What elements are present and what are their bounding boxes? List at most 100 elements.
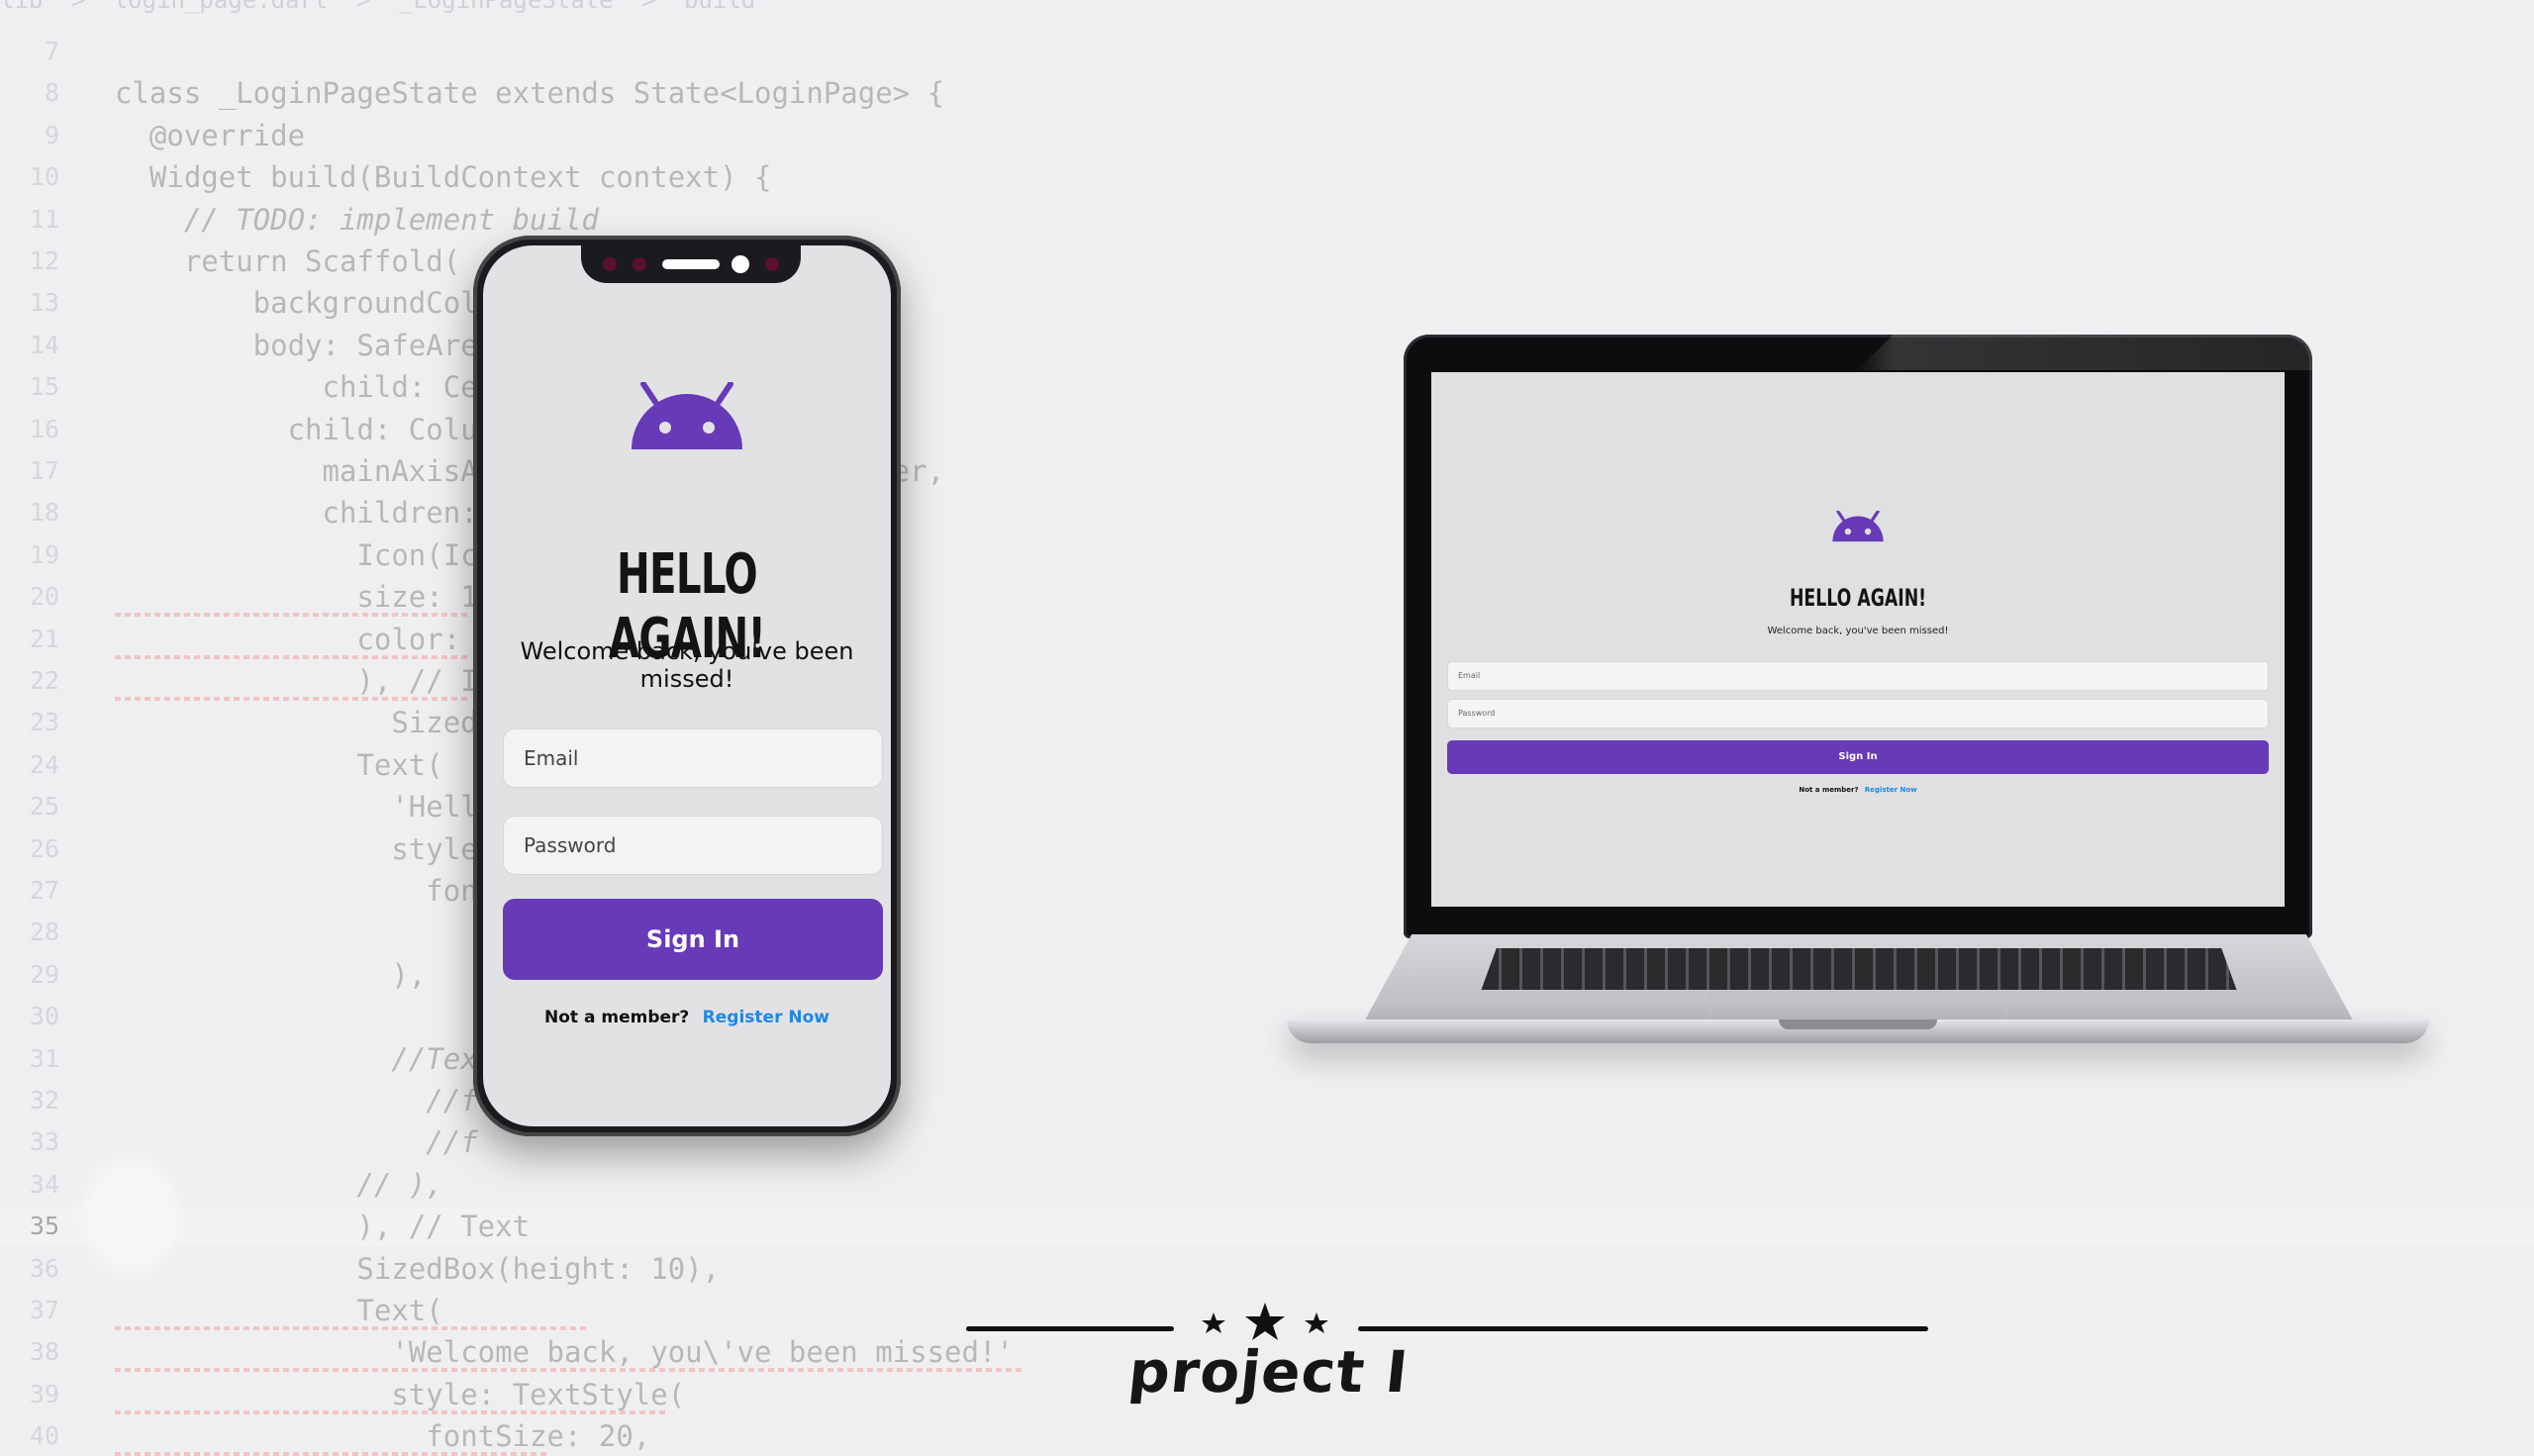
register-now-link[interactable]: Register Now bbox=[1865, 786, 1917, 794]
code-line[interactable]: 34 // ), bbox=[0, 1165, 2534, 1205]
line-number: 10 bbox=[29, 162, 59, 192]
code-text[interactable]: Icon(Ic bbox=[115, 535, 477, 575]
breadcrumb-separator: > bbox=[355, 0, 371, 14]
error-underline bbox=[115, 1368, 1025, 1373]
code-text[interactable]: child: Colu bbox=[115, 410, 478, 449]
email-placeholder: Email bbox=[524, 746, 579, 770]
error-underline bbox=[115, 1326, 590, 1330]
line-number: 38 bbox=[29, 1337, 59, 1367]
code-text[interactable]: Text( bbox=[115, 745, 442, 785]
code-text[interactable]: return Scaffold( bbox=[115, 242, 460, 281]
password-field[interactable]: Password bbox=[1447, 699, 2269, 728]
register-now-link[interactable]: Register Now bbox=[703, 1008, 829, 1027]
line-number: 26 bbox=[29, 833, 59, 863]
code-line[interactable]: 12 return Scaffold( bbox=[0, 242, 2534, 281]
code-text[interactable]: ), // I bbox=[115, 661, 477, 701]
password-placeholder: Password bbox=[1458, 709, 1496, 718]
breadcrumb-item[interactable]: build bbox=[684, 0, 755, 14]
code-text[interactable]: fontSize: 20, bbox=[115, 1416, 650, 1456]
line-number: 32 bbox=[29, 1086, 59, 1115]
camera-dot bbox=[765, 257, 779, 271]
line-number: 27 bbox=[29, 876, 59, 905]
code-line[interactable]: 36 SizedBox(height: 10), bbox=[0, 1249, 2534, 1289]
code-text[interactable]: class _LoginPageState extends State<Logi… bbox=[115, 73, 944, 113]
speaker-grille bbox=[662, 259, 720, 269]
android-logo-icon bbox=[632, 382, 742, 449]
sign-in-button[interactable]: Sign In bbox=[1447, 740, 2269, 774]
code-text[interactable]: Text( bbox=[115, 1291, 442, 1330]
breadcrumb-item[interactable]: _LoginPageState bbox=[399, 0, 614, 14]
code-line[interactable]: 8 class _LoginPageState extends State<Log… bbox=[0, 73, 2534, 113]
line-number: 16 bbox=[29, 414, 59, 443]
line-number: 21 bbox=[29, 624, 59, 653]
phone-screen: HELLO AGAIN! Welcome back, you've been m… bbox=[483, 245, 891, 1126]
code-text[interactable]: backgroundCol bbox=[115, 283, 478, 323]
password-field[interactable]: Password bbox=[503, 816, 883, 875]
laptop-mockup: HELLO AGAIN! Welcome back, you've been m… bbox=[1404, 335, 2312, 938]
breadcrumb-item[interactable]: login_page.dart bbox=[114, 0, 329, 14]
line-number: 37 bbox=[29, 1296, 59, 1324]
email-field[interactable]: Email bbox=[503, 728, 883, 788]
camera-dot bbox=[633, 257, 646, 271]
code-text[interactable]: // TODO: implement build bbox=[115, 200, 599, 240]
code-line[interactable]: 31 //Tex bbox=[0, 1039, 2534, 1079]
breadcrumb-separator: > bbox=[70, 0, 86, 14]
line-number: 17 bbox=[29, 456, 59, 485]
line-number: 29 bbox=[29, 959, 59, 989]
line-number: 14 bbox=[29, 330, 59, 359]
welcome-subtitle: Welcome back, you've been missed! bbox=[520, 637, 854, 693]
line-number: 15 bbox=[29, 372, 59, 402]
breadcrumb-item[interactable]: lib bbox=[0, 0, 43, 14]
code-text[interactable]: style bbox=[115, 829, 477, 869]
code-line[interactable]: 13 backgroundCol bbox=[0, 283, 2534, 323]
code-line[interactable]: 32 //f bbox=[0, 1081, 2534, 1120]
error-underline bbox=[115, 613, 471, 618]
code-text[interactable]: color: bbox=[115, 620, 460, 659]
code-text[interactable]: child: Ce bbox=[115, 367, 478, 407]
line-number: 8 bbox=[44, 78, 59, 108]
code-text[interactable]: Widget build(BuildContext context) { bbox=[115, 157, 772, 197]
line-number: 12 bbox=[29, 246, 59, 275]
email-field[interactable]: Email bbox=[1447, 661, 2269, 691]
touch-indicator bbox=[81, 1156, 180, 1275]
page-title: HELLO AGAIN! bbox=[1789, 584, 1927, 612]
code-line[interactable]: 11 // TODO: implement build bbox=[0, 200, 2534, 240]
laptop-screen: HELLO AGAIN! Welcome back, you've been m… bbox=[1431, 372, 2285, 907]
code-text[interactable]: size: 1 bbox=[115, 577, 477, 617]
code-text[interactable]: body: SafeAre bbox=[115, 326, 478, 365]
code-text[interactable]: //f bbox=[115, 1081, 477, 1120]
code-text[interactable]: fon bbox=[115, 871, 477, 911]
code-text[interactable]: SizedBox(height: 10), bbox=[115, 1249, 720, 1289]
code-text[interactable]: ), bbox=[115, 955, 426, 995]
code-line[interactable]: 35 ), // Text bbox=[0, 1207, 2534, 1247]
code-line[interactable]: 33 //f bbox=[0, 1122, 2534, 1162]
code-line[interactable]: 9 @override bbox=[0, 116, 2534, 155]
line-number: 40 bbox=[29, 1421, 59, 1451]
code-text[interactable]: Sized bbox=[115, 703, 477, 742]
code-text[interactable]: //Tex bbox=[115, 1039, 477, 1079]
breadcrumb-separator: > bbox=[641, 0, 656, 14]
code-text[interactable]: @override bbox=[115, 116, 305, 155]
keyboard-keys bbox=[1481, 948, 2237, 990]
code-text[interactable]: style: TextStyle( bbox=[115, 1375, 685, 1414]
line-number: 36 bbox=[29, 1253, 59, 1283]
code-text[interactable]: 'Welcome back, you\'ve been missed!' bbox=[115, 1332, 1014, 1372]
code-text[interactable]: children: bbox=[115, 493, 478, 533]
not-member-text: Not a member? bbox=[544, 1008, 690, 1027]
code-text[interactable]: //f bbox=[115, 1122, 477, 1162]
code-text[interactable]: 'Hell bbox=[115, 787, 477, 826]
line-number: 25 bbox=[29, 792, 59, 822]
line-number: 30 bbox=[29, 1002, 59, 1031]
code-line[interactable]: 7 bbox=[0, 32, 2534, 71]
line-number: 20 bbox=[29, 582, 59, 612]
sign-in-button[interactable]: Sign In bbox=[503, 899, 883, 980]
code-line[interactable]: 10 Widget build(BuildContext context) { bbox=[0, 157, 2534, 197]
line-number: 7 bbox=[44, 37, 59, 65]
front-camera bbox=[731, 255, 749, 273]
code-line[interactable]: 40 fontSize: 20, bbox=[0, 1416, 2534, 1456]
line-number: 23 bbox=[29, 708, 59, 737]
line-number: 9 bbox=[44, 120, 59, 149]
line-number: 34 bbox=[29, 1169, 59, 1199]
password-placeholder: Password bbox=[524, 833, 617, 857]
footer-divider-right bbox=[1358, 1326, 1928, 1331]
